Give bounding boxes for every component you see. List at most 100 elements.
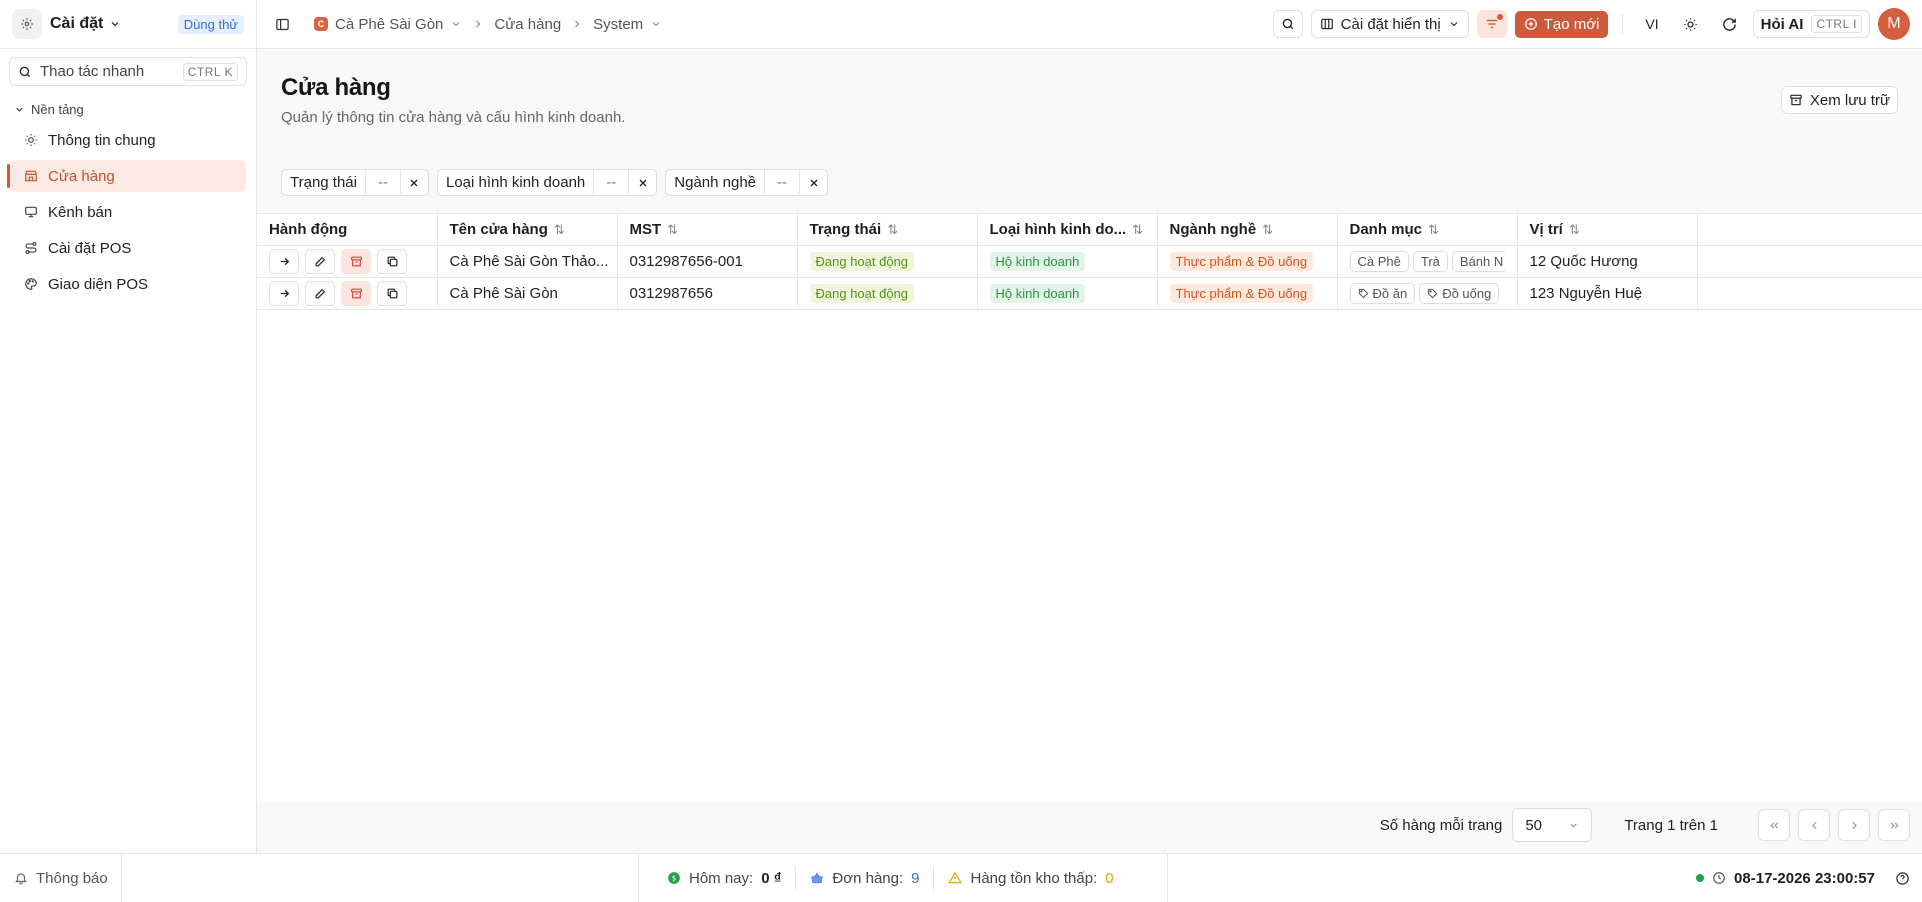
stat-low-stock-label: Hàng tồn kho thấp: <box>970 869 1098 887</box>
sidebar-group-platform[interactable]: Nền tảng <box>0 98 256 120</box>
stat-orders-label: Đơn hàng: <box>832 869 904 887</box>
cell-store-name: Cà Phê Sài Gòn Thảo... <box>437 245 618 278</box>
sidebar-item-label: Thông tin chung <box>48 131 156 149</box>
open-button[interactable] <box>269 281 299 306</box>
cell-location: 12 Quốc Hương <box>1517 245 1698 278</box>
sidebar-item-sales-channels[interactable]: Kênh bán <box>10 196 246 228</box>
column-header-business-type[interactable]: Loại hình kinh do... ⇅ <box>977 213 1158 246</box>
columns-icon <box>1320 18 1333 30</box>
cell-status: Đang hoạt động <box>797 277 978 310</box>
money-circle-icon: $ <box>668 872 680 884</box>
industry-badge: Thực phẩm & Đồ uống <box>1169 252 1314 271</box>
pencil-icon <box>315 288 325 299</box>
theme-toggle-icon[interactable] <box>1675 17 1706 32</box>
view-archive-button[interactable]: Xem lưu trữ <box>1780 86 1898 114</box>
archive-button[interactable] <box>341 249 371 274</box>
route-icon <box>25 241 37 255</box>
stat-today: $ Hôm nay: 0 ₫ <box>667 866 797 890</box>
rows-per-page-value: 50 <box>1525 816 1543 834</box>
filter-value[interactable]: -- <box>764 170 799 195</box>
chevron-down-icon <box>1450 22 1458 27</box>
breadcrumb-system[interactable]: System <box>593 16 662 33</box>
sort-icon[interactable]: ⇅ <box>667 222 678 237</box>
open-button[interactable] <box>269 249 299 274</box>
sort-icon[interactable]: ⇅ <box>1262 222 1273 237</box>
sidebar-item-pos-theme[interactable]: Giao diện POS <box>10 268 246 300</box>
topbar-actions: Cài đặt hiển thị Tạo mới VI Hỏi AI CTRL <box>1272 8 1922 40</box>
filter-button[interactable] <box>1476 10 1507 38</box>
sort-icon[interactable]: ⇅ <box>887 222 898 237</box>
notifications-label: Thông báo <box>36 869 108 887</box>
column-header-location[interactable]: Vị trí ⇅ <box>1517 213 1698 246</box>
sidebar-toggle-icon[interactable] <box>275 17 290 32</box>
arrow-right-icon <box>280 257 289 266</box>
filter-label[interactable]: Ngành nghề <box>666 170 764 195</box>
store-icon <box>25 170 37 182</box>
search-button[interactable] <box>1272 10 1303 38</box>
language-button[interactable]: VI <box>1637 16 1666 32</box>
cell-industry: Thực phẩm & Đồ uống <box>1157 245 1338 278</box>
close-icon[interactable] <box>799 170 827 195</box>
table-row[interactable]: Cà Phê Sài Gòn Thảo... 0312987656-001 Đa… <box>257 245 1922 278</box>
page-subtitle: Quản lý thông tin cửa hàng và cấu hình k… <box>281 109 626 126</box>
column-header-store-name[interactable]: Tên cửa hàng ⇅ <box>437 213 618 246</box>
stats-summary: $ Hôm nay: 0 ₫ Đơn hàng: 9 Hàng tồn kho … <box>638 854 1168 902</box>
notifications-button[interactable]: Thông báo <box>0 854 122 902</box>
pencil-icon <box>315 256 325 267</box>
rows-per-page-select[interactable]: 50 <box>1512 808 1593 842</box>
column-header-tax-id[interactable]: MST ⇅ <box>617 213 798 246</box>
close-icon[interactable] <box>399 170 428 195</box>
filter-value[interactable]: -- <box>364 170 400 195</box>
copy-icon <box>387 288 397 299</box>
sidebar-title-dropdown[interactable]: Cài đặt <box>50 15 121 33</box>
last-page-button[interactable] <box>1878 809 1910 841</box>
filter-value[interactable]: -- <box>593 170 628 195</box>
sort-icon[interactable]: ⇅ <box>1569 222 1580 237</box>
display-settings-button[interactable]: Cài đặt hiển thị <box>1310 10 1469 38</box>
gear-icon[interactable] <box>12 9 42 39</box>
filter-label[interactable]: Loại hình kinh doanh <box>438 170 593 195</box>
column-header-industry[interactable]: Ngành nghề ⇅ <box>1157 213 1338 246</box>
duplicate-button[interactable] <box>377 249 407 274</box>
first-page-button[interactable] <box>1758 809 1790 841</box>
column-label: Ngành nghề <box>1169 221 1257 238</box>
prev-page-button[interactable] <box>1798 809 1830 841</box>
close-icon[interactable] <box>628 170 656 195</box>
palette-icon <box>25 278 37 290</box>
sort-icon[interactable]: ⇅ <box>1428 222 1439 237</box>
help-circle-icon[interactable] <box>1895 871 1910 886</box>
sidebar-item-general-info[interactable]: Thông tin chung <box>10 124 246 156</box>
filter-status: Trạng thái -- <box>281 169 429 196</box>
duplicate-button[interactable] <box>377 281 407 306</box>
business-type-badge: Hộ kinh doanh <box>989 284 1086 303</box>
online-status-dot <box>1696 874 1705 882</box>
filter-label[interactable]: Trạng thái <box>282 170 365 195</box>
category-tag: Trà <box>1412 251 1448 272</box>
filter-active-dot <box>1496 14 1503 20</box>
table-row[interactable]: Cà Phê Sài Gòn 0312987656 Đang hoạt động… <box>257 277 1922 310</box>
chevron-down-icon <box>111 22 119 27</box>
view-archive-label: Xem lưu trữ <box>1809 91 1890 109</box>
edit-button[interactable] <box>305 281 335 306</box>
next-page-button[interactable] <box>1838 809 1870 841</box>
refresh-icon[interactable] <box>1714 17 1745 32</box>
table-header-row: Hành động Tên cửa hàng ⇅ MST ⇅ Trạng thái ⇅… <box>257 213 1922 246</box>
svg-text:$: $ <box>672 875 676 883</box>
column-header-categories[interactable]: Danh mục ⇅ <box>1337 213 1518 246</box>
ask-ai-button[interactable]: Hỏi AI CTRL I <box>1752 10 1870 38</box>
tag-icon <box>1428 288 1438 299</box>
breadcrumb-store[interactable]: C Cà Phê Sài Gòn <box>314 16 462 33</box>
sort-icon[interactable]: ⇅ <box>1132 222 1143 237</box>
edit-button[interactable] <box>305 249 335 274</box>
status-bar: Thông báo $ Hôm nay: 0 ₫ Đơn hàng: 9 Hàn… <box>0 853 1922 902</box>
create-new-button[interactable]: Tạo mới <box>1514 10 1609 38</box>
archive-button[interactable] <box>341 281 371 306</box>
cell-tax-id: 0312987656 <box>617 277 798 310</box>
sidebar-item-stores[interactable]: Cửa hàng <box>7 160 246 192</box>
column-header-status[interactable]: Trạng thái ⇅ <box>797 213 978 246</box>
sidebar-item-pos-settings[interactable]: Cài đặt POS <box>10 232 246 264</box>
sort-icon[interactable]: ⇅ <box>554 222 565 237</box>
breadcrumb-stores[interactable]: Cửa hàng <box>494 16 561 33</box>
quick-action-search[interactable]: Thao tác nhanh CTRL K <box>9 57 247 86</box>
avatar[interactable]: M <box>1878 8 1910 40</box>
